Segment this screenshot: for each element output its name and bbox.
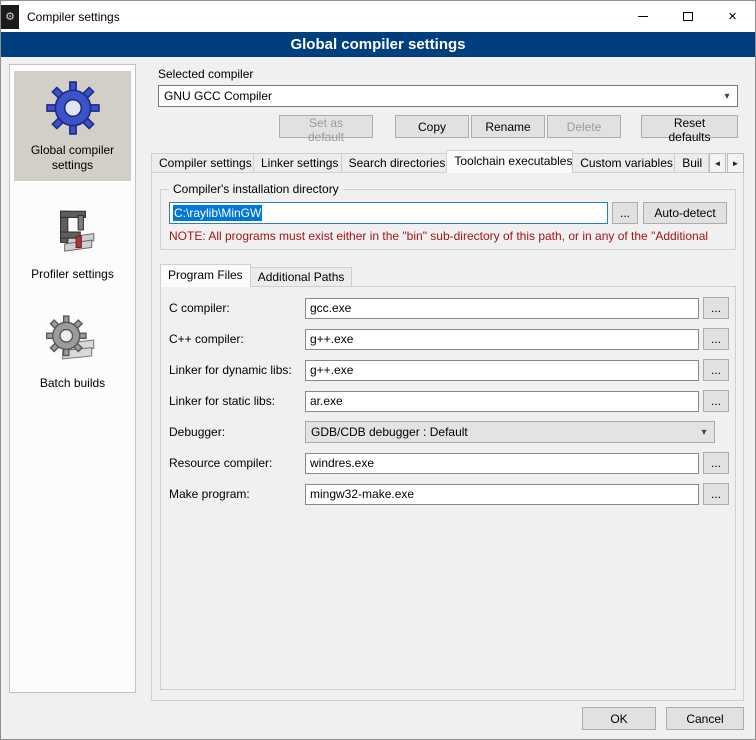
browse-button[interactable]: ... [703, 390, 729, 412]
tab-compiler-settings[interactable]: Compiler settings [151, 153, 254, 173]
tab-toolchain-executables[interactable]: Toolchain executables [446, 150, 573, 173]
browse-button[interactable]: ... [703, 483, 729, 505]
sidebar-item-label: Batch builds [16, 376, 129, 391]
sidebar-item-label: Global compiler settings [16, 143, 129, 173]
debugger-dropdown[interactable]: GDB/CDB debugger : Default ▾ [305, 421, 715, 443]
tab-scroll-left-button[interactable]: ◄ [709, 153, 726, 173]
tab-custom-variables[interactable]: Custom variables [572, 153, 675, 173]
rename-button[interactable]: Rename [471, 115, 545, 138]
program-files-panel: C compiler: ... C++ compiler: ... Linker… [160, 286, 736, 690]
ok-button[interactable]: OK [582, 707, 656, 730]
browse-button[interactable]: ... [703, 359, 729, 381]
c-compiler-label: C compiler: [169, 301, 305, 315]
main-panel: Selected compiler GNU GCC Compiler ▾ Set… [146, 64, 749, 701]
close-button[interactable]: × [710, 1, 755, 32]
close-icon: × [728, 9, 737, 24]
titlebar: ⚙ Compiler settings × [1, 1, 755, 32]
dynamic-linker-input[interactable] [305, 360, 699, 381]
make-program-input[interactable] [305, 484, 699, 505]
cpp-compiler-label: C++ compiler: [169, 332, 305, 346]
dialog-footer: OK Cancel [582, 707, 744, 730]
settings-sidebar: Global compiler settings [9, 64, 136, 693]
field-row-dynamic-linker: Linker for dynamic libs: ... [169, 359, 729, 381]
subtab-additional-paths[interactable]: Additional Paths [250, 267, 353, 287]
tab-scroll-right-button[interactable]: ► [727, 153, 744, 173]
profiler-icon [16, 203, 129, 261]
static-linker-label: Linker for static libs: [169, 394, 305, 408]
c-compiler-input[interactable] [305, 298, 699, 319]
sidebar-item-global-compiler-settings[interactable]: Global compiler settings [14, 71, 131, 181]
cancel-button[interactable]: Cancel [666, 707, 744, 730]
debugger-label: Debugger: [169, 425, 305, 439]
sidebar-item-profiler-settings[interactable]: Profiler settings [14, 195, 131, 290]
maximize-button[interactable] [665, 1, 710, 32]
toolchain-executables-panel: Compiler's installation directory C:\ray… [151, 172, 744, 701]
tab-search-directories[interactable]: Search directories [341, 153, 448, 173]
installation-directory-value: C:\raylib\MinGW [173, 205, 262, 221]
tab-build-options-clipped[interactable]: Buil [674, 153, 709, 173]
chevron-down-icon: ▾ [719, 91, 735, 102]
maximize-icon [683, 12, 693, 21]
auto-detect-button[interactable]: Auto-detect [643, 202, 727, 224]
browse-button[interactable]: ... [703, 452, 729, 474]
tab-linker-settings[interactable]: Linker settings [253, 153, 342, 173]
reset-defaults-button[interactable]: Reset defaults [641, 115, 738, 138]
browse-directory-button[interactable]: ... [612, 202, 638, 224]
compiler-settings-dialog: ⚙ Compiler settings × Global compiler se… [0, 0, 756, 740]
blue-gear-icon [16, 79, 129, 137]
chevron-down-icon: ▾ [696, 427, 712, 438]
sidebar-item-batch-builds[interactable]: Batch builds [14, 304, 131, 399]
debugger-value: GDB/CDB debugger : Default [311, 425, 696, 439]
note-text: NOTE: All programs must exist either in … [169, 229, 727, 243]
installation-directory-label: Compiler's installation directory [169, 182, 343, 196]
copy-button[interactable]: Copy [395, 115, 469, 138]
selected-compiler-value: GNU GCC Compiler [164, 89, 719, 103]
cpp-compiler-input[interactable] [305, 329, 699, 350]
installation-directory-input[interactable]: C:\raylib\MinGW [169, 202, 608, 224]
resource-compiler-input[interactable] [305, 453, 699, 474]
make-program-label: Make program: [169, 487, 305, 501]
browse-button[interactable]: ... [703, 328, 729, 350]
selected-compiler-label: Selected compiler [158, 67, 738, 81]
subtab-program-files[interactable]: Program Files [160, 264, 251, 287]
compiler-buttons-row: Set as default Copy Rename Delete Reset … [158, 115, 738, 138]
static-linker-input[interactable] [305, 391, 699, 412]
field-row-debugger: Debugger: GDB/CDB debugger : Default ▾ [169, 421, 729, 443]
batch-builds-icon [16, 312, 129, 370]
minimize-icon [638, 16, 648, 17]
dynamic-linker-label: Linker for dynamic libs: [169, 363, 305, 377]
browse-button[interactable]: ... [703, 297, 729, 319]
window-title: Compiler settings [27, 10, 120, 24]
app-icon: ⚙ [1, 5, 19, 29]
tabs-region: Compiler settings Linker settings Search… [151, 150, 744, 701]
sidebar-item-label: Profiler settings [16, 267, 129, 282]
field-row-resource-compiler: Resource compiler: ... [169, 452, 729, 474]
installation-directory-groupbox: Compiler's installation directory C:\ray… [160, 189, 736, 250]
selected-compiler-dropdown[interactable]: GNU GCC Compiler ▾ [158, 85, 738, 107]
program-files-tabstrip: Program Files Additional Paths [160, 264, 736, 287]
field-row-make-program: Make program: ... [169, 483, 729, 505]
delete-button[interactable]: Delete [547, 115, 621, 138]
set-as-default-button[interactable]: Set as default [279, 115, 373, 138]
field-row-c-compiler: C compiler: ... [169, 297, 729, 319]
minimize-button[interactable] [620, 1, 665, 32]
resource-compiler-label: Resource compiler: [169, 456, 305, 470]
field-row-cpp-compiler: C++ compiler: ... [169, 328, 729, 350]
field-row-static-linker: Linker for static libs: ... [169, 390, 729, 412]
page-title: Global compiler settings [1, 32, 755, 57]
main-tabstrip: Compiler settings Linker settings Search… [151, 150, 744, 173]
